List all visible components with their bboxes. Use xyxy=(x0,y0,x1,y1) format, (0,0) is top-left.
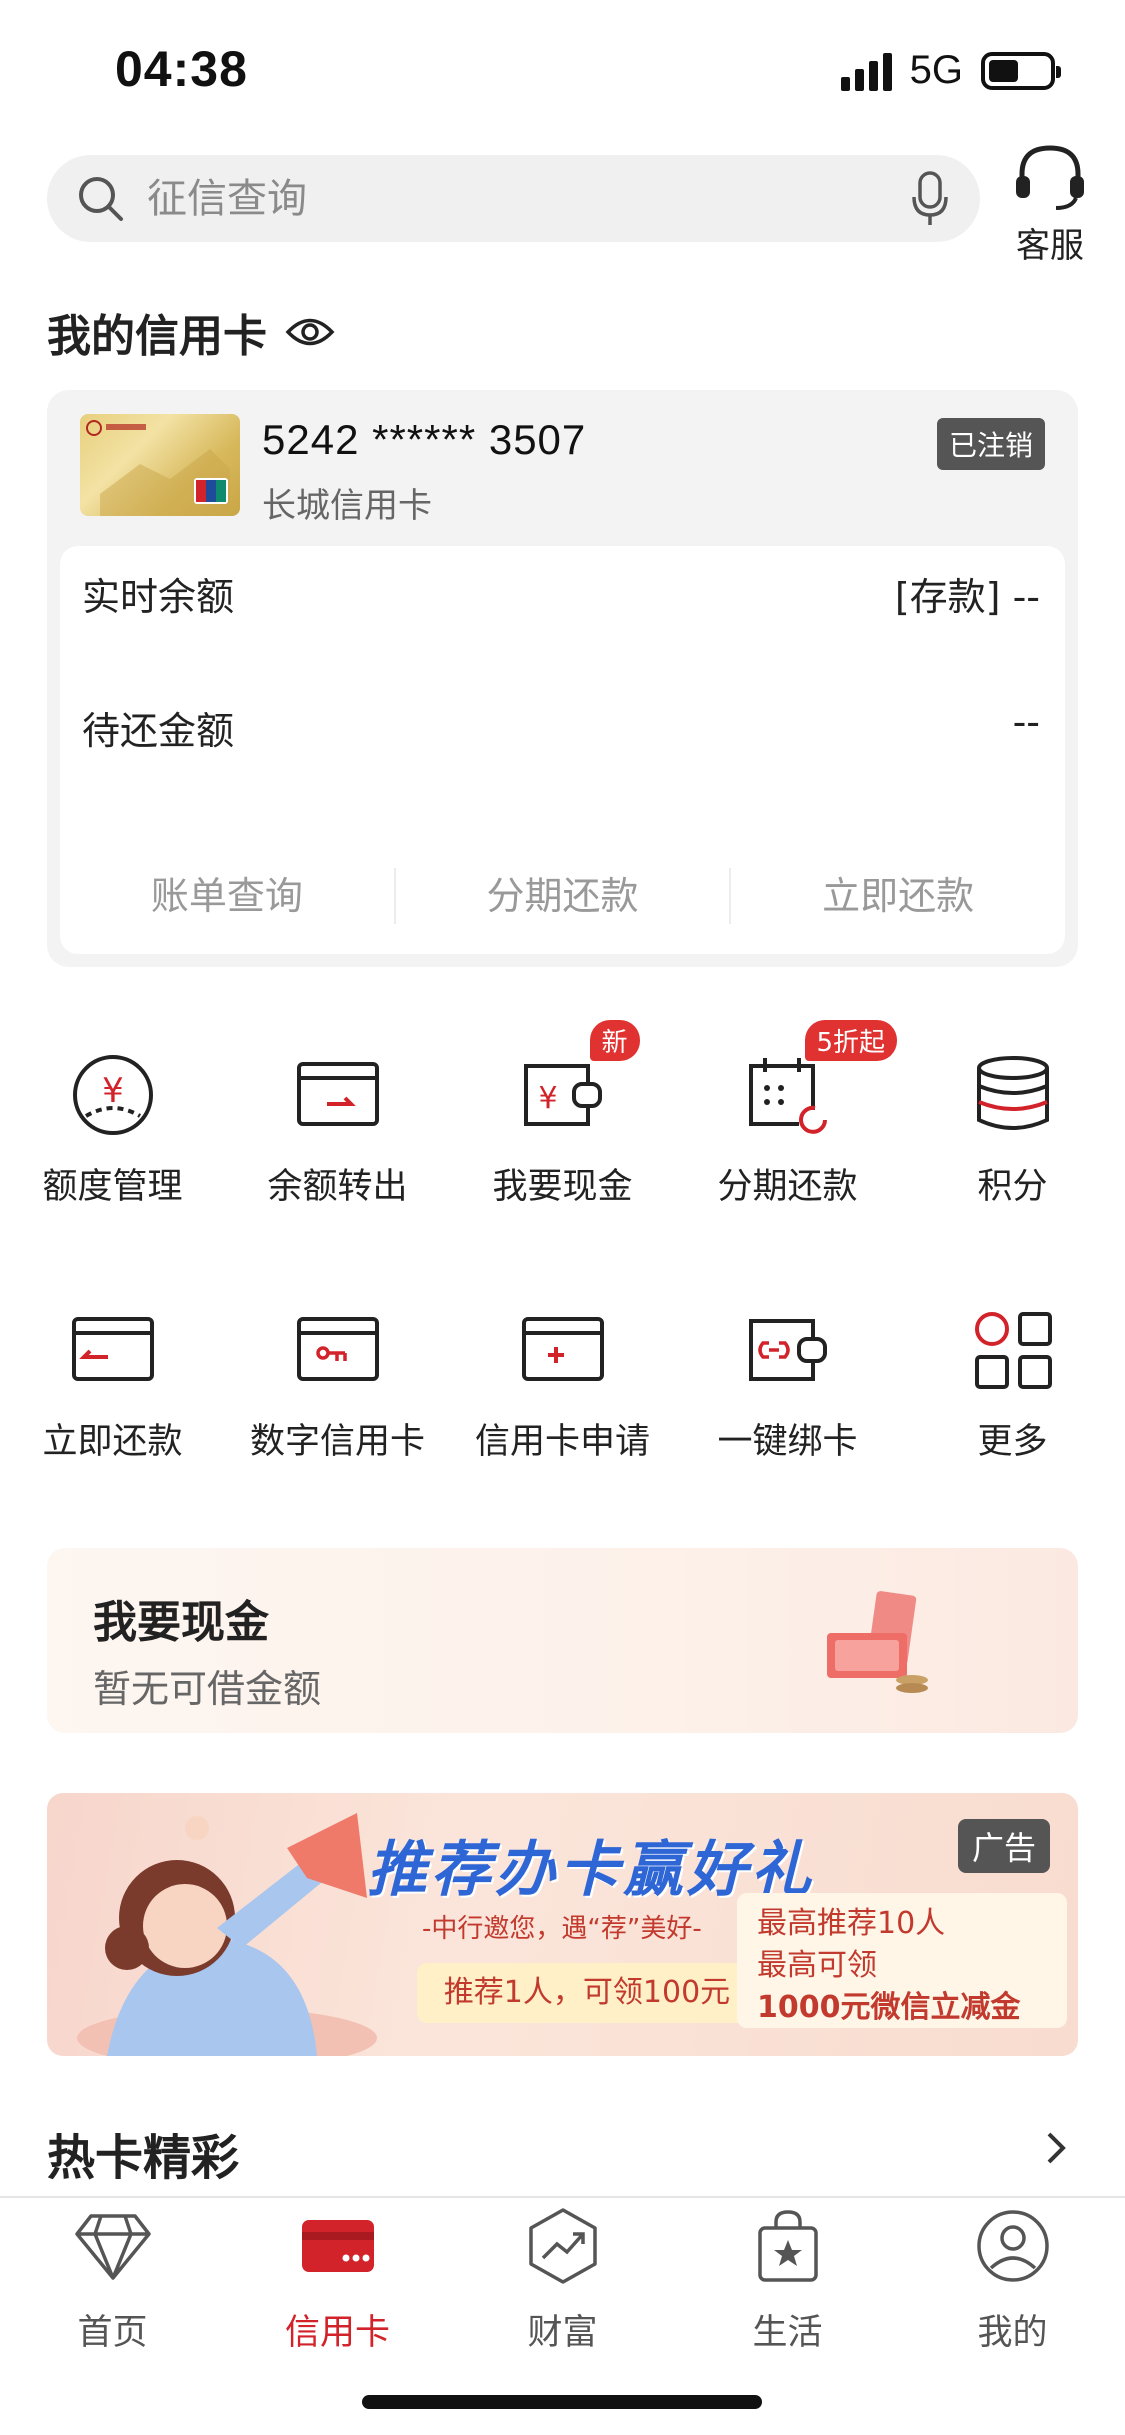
installment-calendar-icon xyxy=(748,1058,827,1134)
grid-item-points[interactable]: 积分 xyxy=(900,1050,1125,1209)
search-input[interactable] xyxy=(147,175,910,222)
my-card-title: 我的信用卡 xyxy=(47,300,335,364)
grid-item-transfer-out[interactable]: 余额转出 xyxy=(225,1050,450,1209)
status-time: 04:38 xyxy=(115,41,248,97)
grid-label: 数字信用卡 xyxy=(249,1422,425,1462)
ad-offer-right: 最高推荐10人 最高可领 1000元微信立减金 xyxy=(737,1893,1067,2028)
svg-text:¥: ¥ xyxy=(538,1081,557,1116)
apply-card-icon xyxy=(521,1317,604,1381)
ad-right-line2: 最高可领 xyxy=(757,1948,877,1983)
search-bar[interactable] xyxy=(47,155,980,242)
tab-credit-card[interactable]: 信用卡 xyxy=(225,2206,450,2355)
profile-icon xyxy=(976,2210,1049,2282)
cash-banner-subtitle: 暂无可借金额 xyxy=(93,1667,322,1711)
wealth-chart-icon xyxy=(528,2208,597,2284)
cartoon-girl-illustration xyxy=(77,1813,377,2056)
grid-item-bind-card[interactable]: 一键绑卡 xyxy=(675,1305,900,1464)
card-number: 5242 ****** 3507 xyxy=(262,416,587,463)
tab-label: 财富 xyxy=(527,2313,598,2353)
tab-label: 我的 xyxy=(977,2313,1048,2353)
tab-label: 首页 xyxy=(77,2313,148,2353)
tab-home[interactable]: 首页 xyxy=(0,2206,225,2355)
installment-repay-button[interactable]: 分期还款 xyxy=(396,868,732,924)
digital-card-icon xyxy=(296,1317,379,1381)
cash-banner[interactable]: 我要现金 暂无可借金额 xyxy=(47,1548,1078,1733)
card-image xyxy=(80,414,240,516)
signal-icon xyxy=(840,51,892,91)
money-stack-icon xyxy=(827,1591,928,1693)
grid-label: 更多 xyxy=(977,1422,1048,1462)
cash-wallet-icon: ¥ xyxy=(523,1064,602,1126)
cash-banner-title: 我要现金 xyxy=(93,1597,269,1648)
grid-label: 额度管理 xyxy=(42,1167,183,1207)
bill-query-button[interactable]: 账单查询 xyxy=(60,868,396,924)
grid-label: 信用卡申请 xyxy=(474,1422,650,1462)
hot-cards-title: 热卡精彩 xyxy=(47,2130,240,2186)
diamond-icon xyxy=(74,2214,151,2280)
card-actions: 账单查询 分期还款 立即还款 xyxy=(60,868,1065,924)
ad-banner[interactable]: 推荐办卡赢好礼 -中行邀您，遇“荐”美好- 推荐1人，可领100元 最高推荐10… xyxy=(47,1793,1078,2056)
discount-badge: 5折起 xyxy=(804,1020,898,1061)
shopping-bag-icon xyxy=(757,2210,818,2282)
tab-label: 信用卡 xyxy=(284,2313,390,2353)
grid-item-apply-card[interactable]: 信用卡申请 xyxy=(450,1305,675,1464)
ad-right-line1: 最高推荐10人 xyxy=(757,1906,946,1941)
grid-item-digital-card[interactable]: 数字信用卡 xyxy=(225,1305,450,1464)
ad-subtitle: -中行邀您，遇“荐”美好- xyxy=(422,1914,702,1944)
grid-label: 立即还款 xyxy=(42,1422,183,1462)
grid-item-cash[interactable]: ¥ 新 我要现金 xyxy=(450,1020,675,1209)
tab-life[interactable]: 生活 xyxy=(675,2206,900,2355)
grid-label: 我要现金 xyxy=(492,1167,633,1207)
microphone-icon[interactable] xyxy=(910,169,950,229)
grid-label: 一键绑卡 xyxy=(717,1422,858,1462)
grid-item-more[interactable]: 更多 xyxy=(900,1305,1125,1464)
home-indicator xyxy=(362,2395,762,2409)
search-icon xyxy=(79,176,123,221)
repay-card-icon xyxy=(71,1317,154,1381)
transfer-out-icon xyxy=(296,1062,379,1126)
battery-icon xyxy=(981,51,1061,90)
realtime-balance-label: 实时余额 xyxy=(82,575,235,619)
service-label: 客服 xyxy=(1016,226,1084,266)
section-title-text: 我的信用卡 xyxy=(47,311,267,362)
customer-service-button[interactable]: 客服 xyxy=(1010,142,1090,267)
ad-badge: 广告 xyxy=(957,1819,1050,1873)
points-coins-icon xyxy=(976,1056,1049,1130)
ad-offer-left: 推荐1人，可领100元 xyxy=(417,1963,757,2023)
tab-label: 生活 xyxy=(752,2313,823,2353)
repay-now-button[interactable]: 立即还款 xyxy=(731,868,1065,924)
grid-label: 积分 xyxy=(977,1167,1048,1207)
tab-wealth[interactable]: 财富 xyxy=(450,2206,675,2355)
tab-mine[interactable]: 我的 xyxy=(900,2206,1125,2355)
more-grid-icon xyxy=(974,1312,1052,1389)
grid-item-repay[interactable]: 立即还款 xyxy=(0,1305,225,1464)
grid-item-quota[interactable]: ¥ 额度管理 xyxy=(0,1050,225,1209)
status-badge: 已注销 xyxy=(936,418,1045,470)
grid-label: 余额转出 xyxy=(267,1167,408,1207)
chevron-right-icon[interactable] xyxy=(1035,2128,1075,2168)
card-name: 长城信用卡 xyxy=(262,486,432,526)
eye-icon[interactable] xyxy=(285,315,335,349)
network-label: 5G xyxy=(909,48,963,92)
ad-right-line3: 1000元微信立减金 xyxy=(757,1990,1021,2025)
grid-label: 分期还款 xyxy=(717,1167,858,1207)
svg-text:¥: ¥ xyxy=(102,1071,124,1111)
status-icons: 5G xyxy=(840,48,1061,93)
headset-icon xyxy=(1016,145,1084,210)
quota-icon: ¥ xyxy=(72,1055,153,1135)
grid-item-installment[interactable]: 5折起 分期还款 xyxy=(675,1020,900,1209)
realtime-balance-value: [存款] -- xyxy=(894,575,1040,619)
new-badge: 新 xyxy=(589,1020,640,1061)
pending-amount-label: 待还金额 xyxy=(82,709,235,753)
pending-amount-value: -- xyxy=(1012,700,1040,744)
credit-card-icon xyxy=(301,2220,374,2272)
bind-card-icon xyxy=(748,1319,827,1381)
